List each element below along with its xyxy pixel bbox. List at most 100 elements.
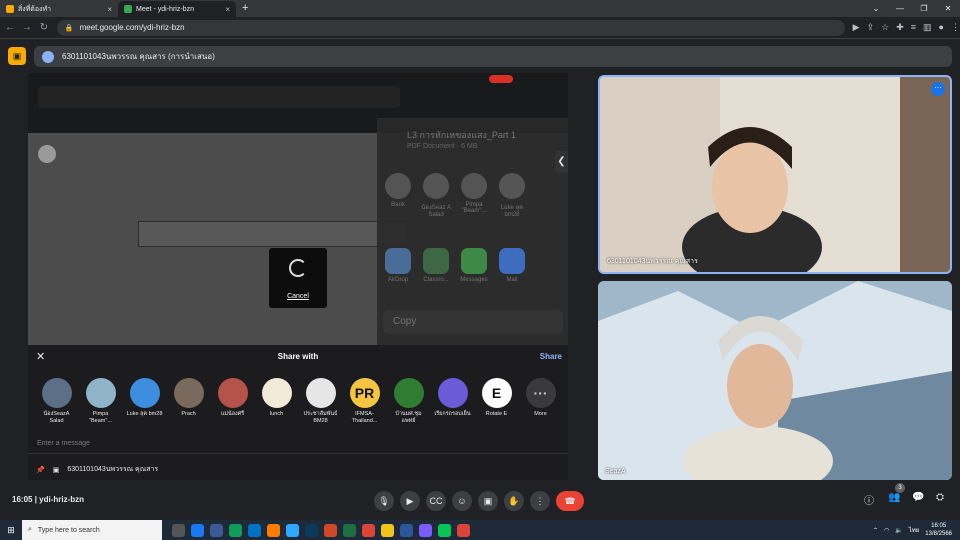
divider xyxy=(28,453,568,454)
share-contact[interactable]: lunch xyxy=(258,378,295,425)
todo-favicon-icon xyxy=(6,5,14,13)
video-tile-presenter[interactable]: ··· 6301101043นพวรรณ คุณสาร xyxy=(598,75,952,274)
task-view-icon[interactable] xyxy=(172,523,185,537)
present-now-icon[interactable]: ▣ xyxy=(478,491,498,511)
share-contact[interactable]: ประชาสัมพันธ์ BM28 xyxy=(302,378,339,425)
share-button[interactable]: Share xyxy=(540,352,562,361)
microphone-icon[interactable]: 🎙 xyxy=(374,491,394,511)
contact-name: More xyxy=(534,411,547,417)
share-contact[interactable]: เรียกรถรอบเย็น xyxy=(434,378,471,425)
share-contact[interactable]: Luke ลุค bm28 xyxy=(126,378,163,425)
contact-avatar xyxy=(41,378,72,408)
more-options-icon[interactable]: ··· xyxy=(931,82,945,96)
messenger-icon[interactable] xyxy=(419,523,432,537)
recording-indicator xyxy=(489,75,513,83)
side-panel-icon[interactable]: ▥ xyxy=(923,22,932,33)
participant-name: SeazA xyxy=(605,468,626,475)
share-contact[interactable]: แม่น้องศรี xyxy=(214,378,251,425)
pin-icon[interactable]: 📌 xyxy=(36,466,45,474)
media-icon[interactable]: ≡ xyxy=(911,22,916,33)
restore-icon[interactable]: ❐ xyxy=(912,0,936,17)
bookmark-star-icon[interactable]: ☆ xyxy=(881,22,889,33)
pinned-apps xyxy=(172,523,470,537)
contact-avatar xyxy=(217,378,248,408)
language-indicator[interactable]: ไทย xyxy=(909,525,920,535)
store-icon[interactable] xyxy=(210,523,223,537)
taskbar-search[interactable]: ⌕ Type here to search xyxy=(22,520,162,540)
contact-avatar xyxy=(437,378,468,408)
tab-search-icon[interactable]: ⌄ xyxy=(864,0,888,17)
meeting-time: 16:05 xyxy=(12,495,33,504)
chrome-icon[interactable] xyxy=(362,523,375,537)
back-icon[interactable]: ← xyxy=(3,22,17,33)
chat-icon[interactable]: 💬 xyxy=(912,492,924,503)
lightroom-icon[interactable] xyxy=(305,523,318,537)
minimize-icon[interactable]: — xyxy=(888,0,912,17)
cancel-button[interactable]: Cancel xyxy=(287,293,309,300)
excel-icon[interactable] xyxy=(343,523,356,537)
edge-icon[interactable] xyxy=(229,523,242,537)
tab-todo[interactable]: สิ่งที่ต้องทำ × xyxy=(0,1,118,17)
share-contact[interactable]: น้องSeazA Salad xyxy=(38,378,75,425)
end-call-button[interactable]: ☎ xyxy=(556,491,584,511)
close-tab-icon[interactable]: × xyxy=(225,5,230,14)
line-icon[interactable] xyxy=(438,523,451,537)
chrome-active-icon[interactable] xyxy=(457,523,470,537)
menu-kebab-icon[interactable]: ⋮ xyxy=(951,22,960,33)
windows-start-icon[interactable]: ⊞ xyxy=(0,525,22,536)
new-tab-button[interactable]: + xyxy=(242,1,248,17)
reload-icon[interactable]: ↻ xyxy=(37,22,51,33)
forward-icon[interactable]: → xyxy=(20,22,34,33)
share-page-icon[interactable]: ⇪ xyxy=(867,22,875,33)
tab-meet[interactable]: Meet - ydi-hriz-bzn × xyxy=(118,1,236,17)
sheet-person: Bank xyxy=(383,173,413,218)
emoji-icon[interactable]: ☺ xyxy=(452,491,472,511)
people-icon[interactable]: 👥 xyxy=(888,492,900,503)
wifi-icon[interactable]: ◠ xyxy=(884,527,889,534)
sheet-app: Messages xyxy=(459,248,489,283)
file-explorer-icon[interactable] xyxy=(381,523,394,537)
contact-name: บ้านมศ.ชุมแพทย์ xyxy=(395,411,422,424)
message-input[interactable]: Enter a message xyxy=(37,440,90,447)
share-contact[interactable]: E Rotate E xyxy=(478,378,515,425)
share-contact[interactable]: Prach xyxy=(170,378,207,425)
photoshop-icon[interactable] xyxy=(286,523,299,537)
close-window-icon[interactable]: ✕ xyxy=(936,0,960,17)
camera-icon[interactable]: ▶ xyxy=(400,491,420,511)
contacts-row: น้องSeazA Salad Pimpa "Beam"... Luke ลุค b… xyxy=(38,378,559,425)
meeting-details-icon[interactable]: ⓘ xyxy=(864,492,874,507)
contact-avatar xyxy=(305,378,336,408)
presenter-bar[interactable]: 6301101043นพวรรณ คุณสาร (การนำเสนอ) xyxy=(34,46,952,67)
illustrator-icon[interactable] xyxy=(267,523,280,537)
profile-avatar[interactable]: ● xyxy=(939,22,944,33)
activities-icon[interactable]: ⛭ xyxy=(936,492,944,503)
facebook-icon[interactable] xyxy=(191,523,204,537)
tab-label: Meet - ydi-hriz-bzn xyxy=(136,5,194,13)
chevron-up-icon[interactable]: ⌃ xyxy=(873,527,878,534)
share-title: Share with xyxy=(277,352,319,361)
clock[interactable]: 16:05 13/8/2566 xyxy=(925,522,952,538)
chevron-left-icon[interactable]: ❮ xyxy=(555,151,568,173)
share-contact[interactable]: Pimpa "Beam"... xyxy=(82,378,119,425)
share-contact[interactable]: PR IFMSA-Thailand... xyxy=(346,378,383,425)
sheet-app: AirDrop xyxy=(383,248,413,283)
powerpoint-icon[interactable] xyxy=(324,523,337,537)
clock-time: 16:05 xyxy=(931,523,947,529)
share-contact[interactable]: ··· More xyxy=(522,378,559,425)
more-options-icon[interactable]: ⋮ xyxy=(530,491,550,511)
present-screen-icon[interactable]: ▣ xyxy=(53,466,60,474)
address-bar-row: ← → ↻ 🔒 meet.google.com/ydi-hriz-bzn ▶ ⇪… xyxy=(0,17,960,39)
video-tile-seaza[interactable]: SeazA xyxy=(598,281,952,480)
word-icon[interactable] xyxy=(400,523,413,537)
share-contact[interactable]: บ้านมศ.ชุมแพทย์ xyxy=(390,378,427,425)
volume-icon[interactable]: 🔈 xyxy=(895,527,902,534)
extensions-icon[interactable]: ✚ xyxy=(896,22,904,33)
captions-icon[interactable]: CC xyxy=(426,491,446,511)
browser-tab-bar: สิ่งที่ต้องทำ × Meet - ydi-hriz-bzn × + … xyxy=(0,0,960,17)
presentation-icon[interactable]: ▣ xyxy=(8,47,26,65)
close-tab-icon[interactable]: × xyxy=(107,5,112,14)
mail-icon[interactable] xyxy=(248,523,261,537)
raise-hand-icon[interactable]: ✋ xyxy=(504,491,524,511)
camera-indicator-icon[interactable]: ▶ xyxy=(853,22,860,33)
url-field[interactable]: 🔒 meet.google.com/ydi-hriz-bzn xyxy=(56,19,845,36)
